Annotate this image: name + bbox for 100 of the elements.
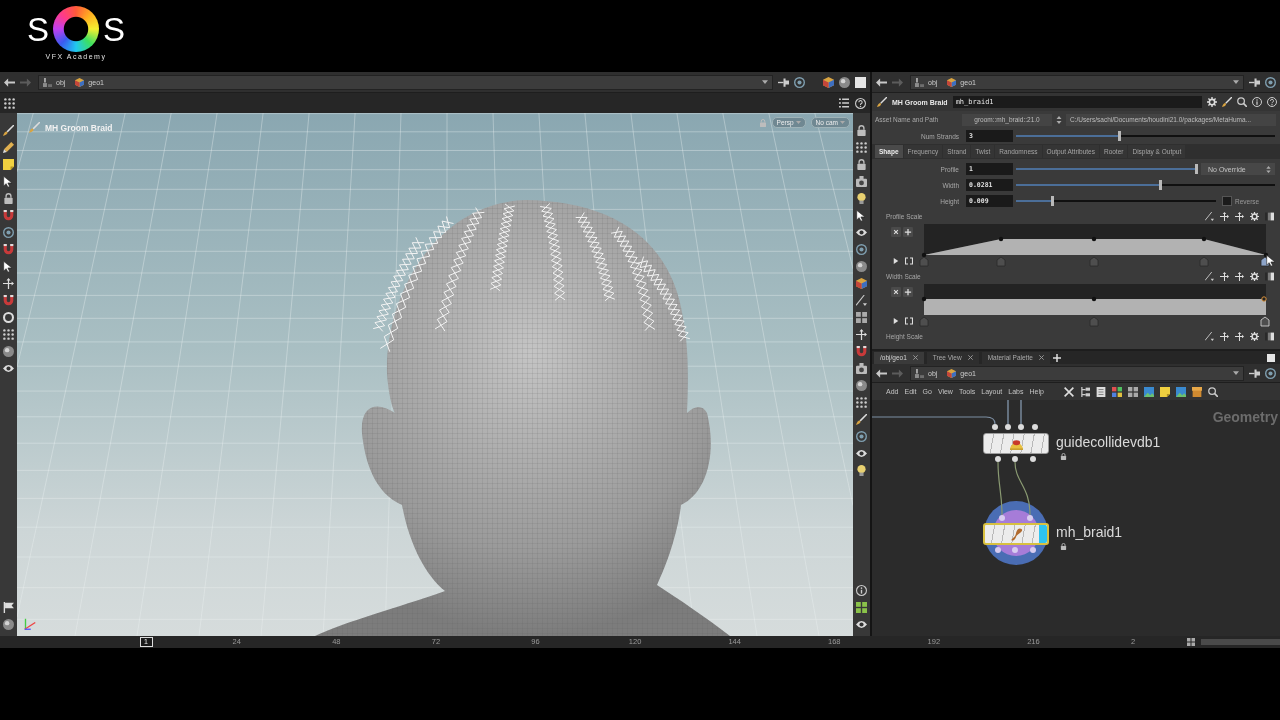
move-icon[interactable] — [1235, 271, 1244, 281]
connector-dot[interactable] — [995, 547, 1001, 553]
target-icon[interactable] — [794, 76, 805, 88]
wire[interactable] — [1014, 461, 1031, 516]
dots-grid-icon[interactable] — [856, 397, 867, 408]
pin-icon[interactable] — [1249, 76, 1260, 88]
cube-icon[interactable] — [856, 278, 867, 289]
light-bulb-icon[interactable] — [856, 465, 867, 476]
lock-icon[interactable] — [856, 125, 867, 136]
magnet-icon[interactable] — [3, 244, 14, 255]
magnet-icon[interactable] — [856, 346, 867, 357]
move-icon[interactable] — [1220, 331, 1229, 341]
back-arrow-icon[interactable] — [876, 76, 887, 88]
pointer-icon[interactable] — [3, 261, 14, 272]
magnet-icon[interactable] — [3, 295, 14, 306]
search-icon[interactable] — [1207, 386, 1218, 397]
sphere-icon[interactable] — [856, 380, 867, 391]
pointer-icon[interactable] — [856, 210, 867, 221]
ramp-point[interactable] — [1091, 296, 1097, 302]
ramp-point[interactable] — [1201, 236, 1207, 242]
connector-dot[interactable] — [995, 456, 1001, 462]
ramp-key-marker[interactable] — [919, 256, 929, 267]
network-node[interactable] — [983, 433, 1049, 454]
dots-grid-icon[interactable] — [4, 97, 15, 109]
sphere-icon[interactable] — [3, 346, 14, 357]
target-icon[interactable] — [1265, 76, 1276, 88]
caret-icon[interactable] — [1233, 79, 1239, 85]
lock-icon[interactable] — [856, 159, 867, 170]
magnet-icon[interactable] — [3, 210, 14, 221]
connector-dot[interactable] — [1030, 547, 1036, 553]
wire[interactable] — [997, 461, 1003, 516]
ramp-key-marker[interactable] — [919, 316, 929, 327]
network-canvas[interactable]: Geometry guidecollidevdb1 mh_braid1 — [872, 400, 1280, 636]
light-bulb-icon[interactable] — [856, 193, 867, 204]
connector-dot[interactable] — [1030, 456, 1036, 462]
connector-dot[interactable] — [1012, 456, 1018, 462]
ring-icon[interactable] — [3, 312, 14, 323]
pencil-icon[interactable] — [3, 142, 14, 153]
move-icon[interactable] — [1235, 211, 1244, 221]
pointer-icon[interactable] — [3, 176, 14, 187]
connector-dot[interactable] — [992, 424, 998, 430]
flag-icon[interactable] — [3, 602, 14, 613]
pin-icon[interactable] — [778, 76, 789, 88]
timeline-scrollbar[interactable] — [1200, 639, 1280, 645]
target-icon[interactable] — [856, 244, 867, 255]
camera-icon[interactable] — [856, 363, 867, 374]
move-icon[interactable] — [1220, 271, 1229, 281]
ramp-key-marker[interactable] — [1199, 256, 1209, 267]
move-icon[interactable] — [1220, 211, 1229, 221]
gear-icon[interactable] — [1250, 211, 1259, 221]
slider-handle[interactable] — [1118, 131, 1122, 141]
help-icon[interactable] — [855, 97, 866, 109]
box-icon[interactable] — [1191, 386, 1202, 397]
square-icon[interactable] — [1267, 353, 1275, 362]
line-icon[interactable] — [1205, 331, 1214, 341]
line-icon[interactable] — [1205, 271, 1214, 281]
bracket-icon[interactable] — [905, 317, 913, 325]
tiles-icon[interactable] — [856, 312, 867, 323]
ramp-key-marker[interactable] — [996, 256, 1006, 267]
lock-icon[interactable] — [3, 193, 14, 204]
close-icon[interactable] — [912, 355, 918, 360]
eye-icon[interactable] — [3, 363, 14, 374]
line-icon[interactable] — [856, 295, 867, 306]
info-icon[interactable] — [856, 585, 867, 596]
bracket-icon[interactable] — [905, 257, 913, 265]
cube-icon[interactable] — [823, 76, 834, 88]
gear-icon[interactable] — [1250, 271, 1259, 281]
note-icon[interactable] — [1159, 386, 1170, 397]
checkbox[interactable] — [1222, 196, 1232, 206]
gradient-icon[interactable] — [1265, 271, 1274, 281]
play-icon[interactable] — [893, 258, 899, 264]
line-icon[interactable] — [1205, 211, 1214, 221]
close-icon[interactable] — [891, 227, 901, 237]
back-arrow-icon[interactable] — [4, 76, 15, 88]
sphere-icon[interactable] — [839, 76, 850, 88]
dots-grid-icon[interactable] — [3, 329, 14, 340]
search-icon[interactable] — [1237, 97, 1247, 107]
gradient-icon[interactable] — [1265, 331, 1274, 341]
network-node[interactable] — [983, 523, 1049, 545]
eye-icon[interactable] — [856, 619, 867, 630]
plus-icon[interactable] — [903, 227, 913, 237]
ramp-key-marker[interactable] — [1089, 256, 1099, 267]
slider-handle[interactable] — [1051, 196, 1055, 206]
image-icon[interactable] — [1175, 386, 1186, 397]
cross-icon[interactable] — [1063, 386, 1074, 397]
connector-dot[interactable] — [1005, 424, 1011, 430]
connector-dot[interactable] — [1032, 424, 1038, 430]
close-icon[interactable] — [967, 355, 973, 360]
note-icon[interactable] — [3, 159, 14, 170]
ramp-point[interactable] — [1091, 236, 1097, 242]
tiles-icon[interactable] — [856, 602, 867, 613]
color-grid-icon[interactable] — [1111, 386, 1122, 397]
ramp-key-marker[interactable] — [1089, 316, 1099, 327]
connector-dot[interactable] — [999, 515, 1005, 521]
brush-icon[interactable] — [1222, 97, 1232, 107]
ramp-graph[interactable] — [924, 224, 1266, 255]
close-icon[interactable] — [1038, 355, 1044, 360]
tree-icon[interactable] — [1079, 386, 1090, 397]
play-icon[interactable] — [893, 318, 899, 324]
image-icon[interactable] — [1143, 386, 1154, 397]
